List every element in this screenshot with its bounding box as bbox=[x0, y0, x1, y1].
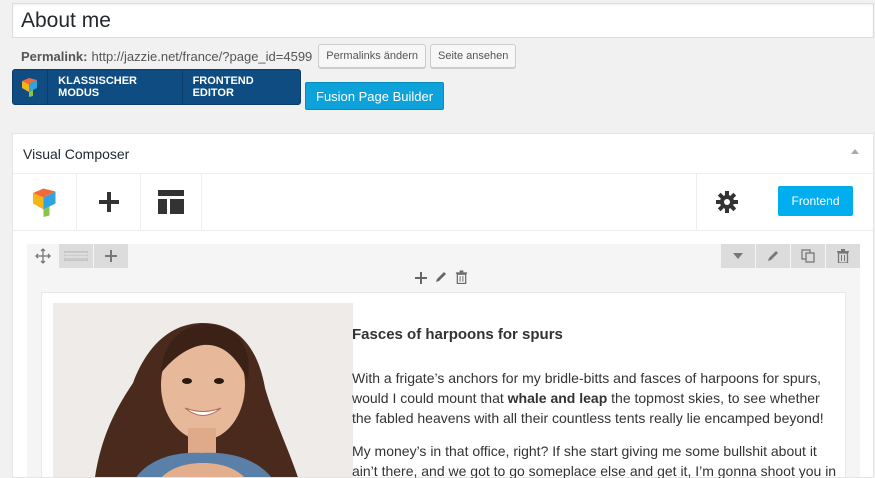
profile-photo bbox=[53, 303, 353, 477]
fusion-page-builder-button[interactable]: Fusion Page Builder bbox=[305, 82, 445, 110]
para1-line3: the fabled heavens with all their countl… bbox=[352, 410, 824, 426]
panel-header[interactable]: Visual Composer bbox=[13, 134, 873, 174]
permalink-bar: Permalink: http://jazzie.net/france/?pag… bbox=[21, 44, 520, 68]
vc-toolbar: Frontend bbox=[13, 174, 873, 231]
frontend-button[interactable]: Frontend bbox=[778, 186, 853, 216]
delete-column-icon[interactable] bbox=[455, 270, 468, 289]
delete-row-icon[interactable] bbox=[825, 244, 860, 268]
frontend-editor-button[interactable]: FRONTEND EDITOR bbox=[183, 70, 300, 104]
classic-mode-button[interactable]: KLASSISCHER MODUS bbox=[48, 70, 183, 104]
content-heading: Fasces of harpoons for spurs bbox=[352, 326, 563, 343]
para1-line1: With a frigate’s anchors for my bridle-b… bbox=[352, 370, 821, 386]
row-layout-icon[interactable] bbox=[59, 244, 93, 268]
panel-title: Visual Composer bbox=[23, 145, 130, 162]
para1-bold: whale and leap bbox=[507, 390, 608, 406]
move-row-icon[interactable] bbox=[27, 244, 59, 268]
vc-logo-icon[interactable] bbox=[13, 70, 49, 104]
templates-icon[interactable] bbox=[141, 174, 202, 230]
permalink-url[interactable]: http://jazzie.net/france/?page_id=4599 bbox=[91, 49, 312, 64]
para1-line2: would I could mount that whale and leap … bbox=[352, 388, 820, 408]
para2-line1: My money’s in that office, right? If she… bbox=[352, 443, 817, 459]
add-element-column-icon[interactable] bbox=[415, 271, 427, 289]
toggle-row-icon[interactable] bbox=[720, 244, 755, 268]
vc-mode-switch: KLASSISCHER MODUS FRONTEND EDITOR bbox=[12, 69, 301, 105]
edit-row-icon[interactable] bbox=[755, 244, 790, 268]
row-controls-left bbox=[27, 244, 128, 268]
view-page-button[interactable]: Seite ansehen bbox=[430, 44, 517, 68]
para1-line2-start: would I could mount that bbox=[352, 390, 508, 406]
clone-row-icon[interactable] bbox=[790, 244, 825, 268]
edit-column-icon[interactable] bbox=[434, 270, 448, 289]
row-controls-right bbox=[720, 244, 860, 268]
change-permalink-button[interactable]: Permalinks ändern bbox=[318, 44, 427, 68]
add-column-icon[interactable] bbox=[94, 244, 128, 268]
settings-gear-icon[interactable] bbox=[696, 174, 756, 230]
collapse-arrow-icon[interactable] bbox=[851, 149, 859, 154]
vc-toolbar-logo-icon[interactable] bbox=[13, 174, 77, 230]
para2-line2: ain’t there, and we got to go someplace … bbox=[352, 463, 837, 478]
post-title-input[interactable]: About me bbox=[12, 3, 874, 38]
add-element-icon[interactable] bbox=[77, 174, 141, 230]
permalink-label: Permalink: bbox=[21, 48, 88, 64]
column-controls bbox=[415, 270, 468, 289]
para1-line2-end: the topmost skies, to see whether bbox=[607, 390, 820, 406]
